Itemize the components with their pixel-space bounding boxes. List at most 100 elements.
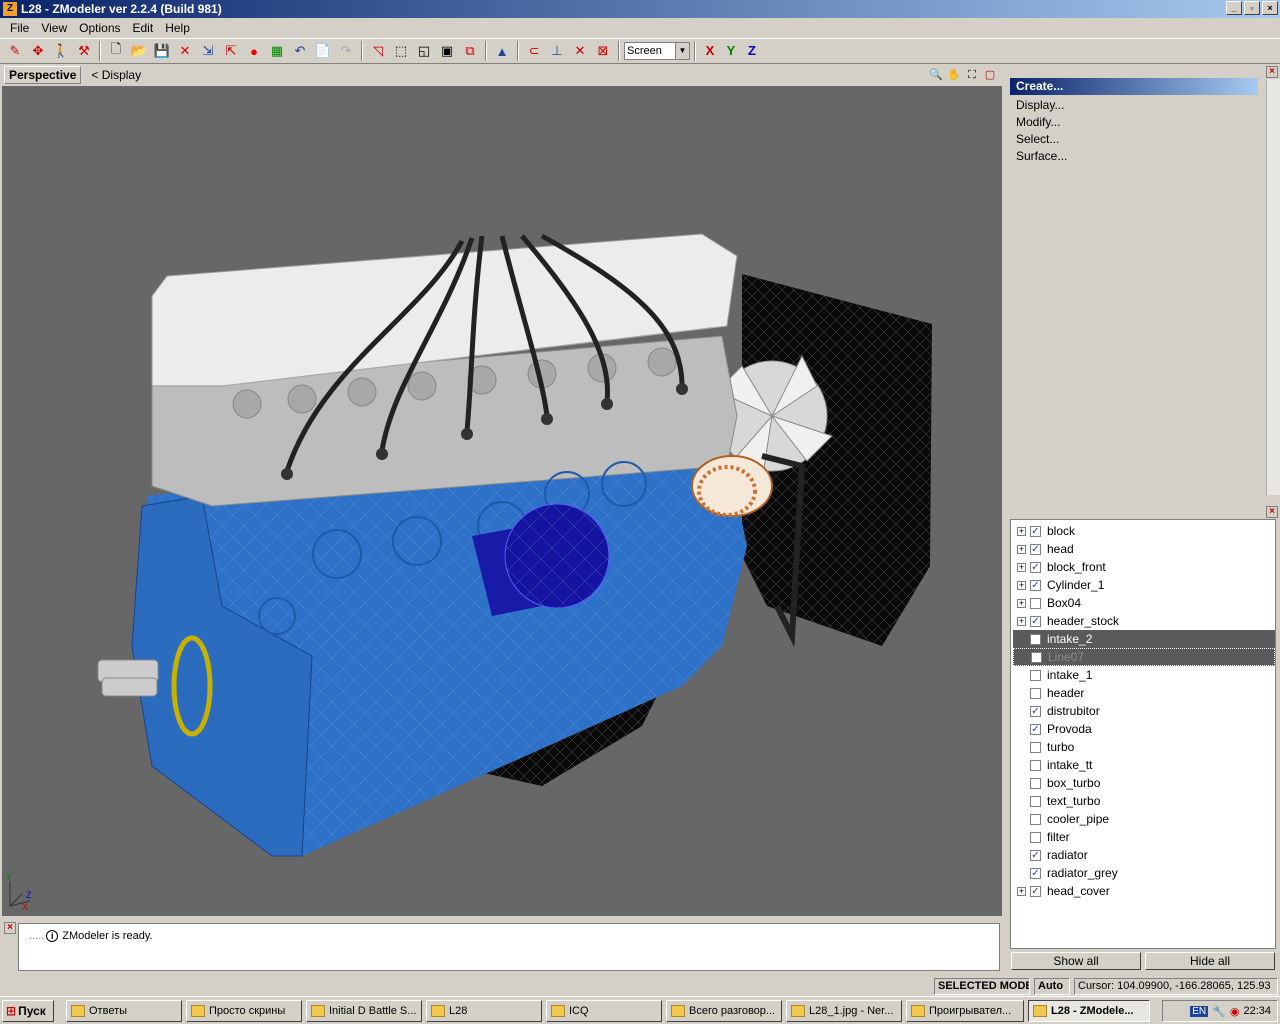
axis-z-button[interactable]: Z — [742, 41, 762, 61]
texture-icon[interactable]: ▦ — [266, 40, 288, 62]
select-tool-icon[interactable]: ✎ — [4, 40, 26, 62]
visibility-checkbox[interactable]: ✓ — [1030, 723, 1041, 735]
expand-icon[interactable]: + — [1017, 562, 1026, 572]
face-mode-icon[interactable]: ◱ — [413, 40, 435, 62]
visibility-checkbox[interactable] — [1030, 687, 1041, 699]
new-file-icon[interactable]: 🗋 — [105, 40, 127, 62]
taskbar-button[interactable]: L28_1.jpg - Ner... — [786, 1000, 902, 1022]
vertex-mode-icon[interactable]: ◹ — [367, 40, 389, 62]
tray-tool-icon[interactable]: 🔧 — [1212, 1005, 1226, 1018]
hide-all-button[interactable]: Hide all — [1145, 952, 1275, 970]
create-menu-header[interactable]: Create... — [1010, 78, 1258, 95]
axis-tool-3-icon[interactable]: ⊠ — [592, 40, 614, 62]
expand-icon[interactable]: + — [1017, 544, 1026, 554]
export-icon[interactable]: ⇱ — [220, 40, 242, 62]
visibility-checkbox[interactable]: ✓ — [1030, 615, 1041, 627]
object-row[interactable]: + ✓ head_cover — [1013, 882, 1275, 900]
object-row[interactable]: + ✓ block — [1013, 522, 1275, 540]
object-row[interactable]: cooler_pipe — [1013, 810, 1275, 828]
object-row[interactable]: ✓ Provoda — [1013, 720, 1275, 738]
object-row[interactable]: + ✓ block_front — [1013, 558, 1275, 576]
redo-icon[interactable]: ↷ — [335, 40, 357, 62]
viewport-3d[interactable]: Y X Z — [2, 86, 1002, 916]
taskbar-button[interactable]: Ответы — [66, 1000, 182, 1022]
panel-item-display[interactable]: Display... — [1016, 98, 1064, 112]
delete-icon[interactable]: ✕ — [174, 40, 196, 62]
pointer-icon[interactable]: ▲ — [491, 40, 513, 62]
object-row[interactable]: filter — [1013, 828, 1275, 846]
visibility-checkbox[interactable] — [1030, 813, 1041, 825]
visibility-checkbox[interactable]: ✓ — [1030, 885, 1041, 897]
taskbar-button[interactable]: Всего разговор... — [666, 1000, 782, 1022]
zoom-icon[interactable]: 🔍 — [928, 67, 944, 83]
save-file-icon[interactable]: 💾 — [151, 40, 173, 62]
menu-file[interactable]: File — [4, 21, 35, 35]
axis-tool-2-icon[interactable]: ✕ — [569, 40, 591, 62]
tray-antivirus-icon[interactable]: ◉ — [1230, 1005, 1240, 1018]
object-row[interactable]: + ✓ header_stock — [1013, 612, 1275, 630]
visibility-checkbox[interactable] — [1030, 831, 1041, 843]
object-row[interactable]: ✓ radiator_grey — [1013, 864, 1275, 882]
visibility-checkbox[interactable]: ✓ — [1030, 561, 1041, 573]
visibility-checkbox[interactable] — [1030, 597, 1041, 609]
object-row[interactable]: + Box04 — [1013, 594, 1275, 612]
maximize-button[interactable]: ▫ — [1244, 1, 1260, 15]
pan-icon[interactable]: ✋ — [946, 67, 962, 83]
record-icon[interactable]: ● — [243, 40, 265, 62]
display-link[interactable]: < Display — [91, 68, 141, 82]
fit-icon[interactable]: ⛶ — [964, 67, 980, 83]
axis-y-button[interactable]: Y — [721, 41, 741, 61]
visibility-checkbox[interactable] — [1031, 651, 1042, 663]
visibility-checkbox[interactable] — [1030, 759, 1041, 771]
close-icon[interactable]: × — [4, 922, 16, 934]
minimize-button[interactable]: _ — [1226, 1, 1242, 15]
notes-icon[interactable]: 📄 — [312, 40, 334, 62]
expand-icon[interactable]: + — [1017, 886, 1026, 896]
object-row[interactable]: ✓ distrubitor — [1013, 702, 1275, 720]
close-button[interactable]: × — [1262, 1, 1278, 15]
panel-scrollbar[interactable] — [1266, 79, 1280, 495]
box-mode-icon[interactable]: ⬚ — [390, 40, 412, 62]
object-row[interactable]: intake_1 — [1013, 666, 1275, 684]
expand-icon[interactable]: + — [1017, 598, 1026, 608]
menu-help[interactable]: Help — [159, 21, 196, 35]
object-row[interactable]: intake_tt — [1013, 756, 1275, 774]
taskbar-button[interactable]: Просто скрины — [186, 1000, 302, 1022]
axis-tool-icon[interactable]: ⊥ — [546, 40, 568, 62]
taskbar-button[interactable]: Initial D Battle S... — [306, 1000, 422, 1022]
move-tool-icon[interactable]: ✥ — [27, 40, 49, 62]
taskbar-button[interactable]: L28 - ZModele... — [1028, 1000, 1150, 1022]
visibility-checkbox[interactable] — [1030, 633, 1041, 645]
panel-item-select[interactable]: Select... — [1016, 132, 1059, 146]
object-row[interactable]: + ✓ head — [1013, 540, 1275, 558]
undo-icon[interactable]: ↶ — [289, 40, 311, 62]
visibility-checkbox[interactable]: ✓ — [1030, 849, 1041, 861]
object-row[interactable]: ✓ radiator — [1013, 846, 1275, 864]
show-all-button[interactable]: Show all — [1011, 952, 1141, 970]
menu-options[interactable]: Options — [73, 21, 126, 35]
object-row[interactable]: box_turbo — [1013, 774, 1275, 792]
magnet-icon[interactable]: ⊂ — [523, 40, 545, 62]
language-indicator[interactable]: EN — [1190, 1005, 1209, 1017]
taskbar-button[interactable]: L28 — [426, 1000, 542, 1022]
viewport-tab-perspective[interactable]: Perspective — [4, 66, 82, 84]
taskbar-button[interactable]: Проигрывател... — [906, 1000, 1024, 1022]
object-row[interactable]: header — [1013, 684, 1275, 702]
object-row[interactable]: intake_2 — [1013, 630, 1275, 648]
group-mode-icon[interactable]: ⧉ — [459, 40, 481, 62]
taskbar-button[interactable]: ICQ — [546, 1000, 662, 1022]
axis-x-button[interactable]: X — [700, 41, 720, 61]
menu-edit[interactable]: Edit — [127, 21, 160, 35]
expand-icon[interactable]: + — [1017, 526, 1026, 536]
object-row[interactable]: Line07 — [1013, 648, 1275, 666]
menu-view[interactable]: View — [35, 21, 73, 35]
object-mode-icon[interactable]: ▣ — [436, 40, 458, 62]
object-row[interactable]: text_turbo — [1013, 792, 1275, 810]
object-row[interactable]: + ✓ Cylinder_1 — [1013, 576, 1275, 594]
visibility-checkbox[interactable] — [1030, 741, 1041, 753]
visibility-checkbox[interactable]: ✓ — [1030, 579, 1041, 591]
visibility-checkbox[interactable] — [1030, 777, 1041, 789]
visibility-checkbox[interactable]: ✓ — [1030, 705, 1041, 717]
coord-system-select[interactable]: Screen ▼ — [624, 42, 690, 60]
visibility-checkbox[interactable] — [1030, 669, 1041, 681]
